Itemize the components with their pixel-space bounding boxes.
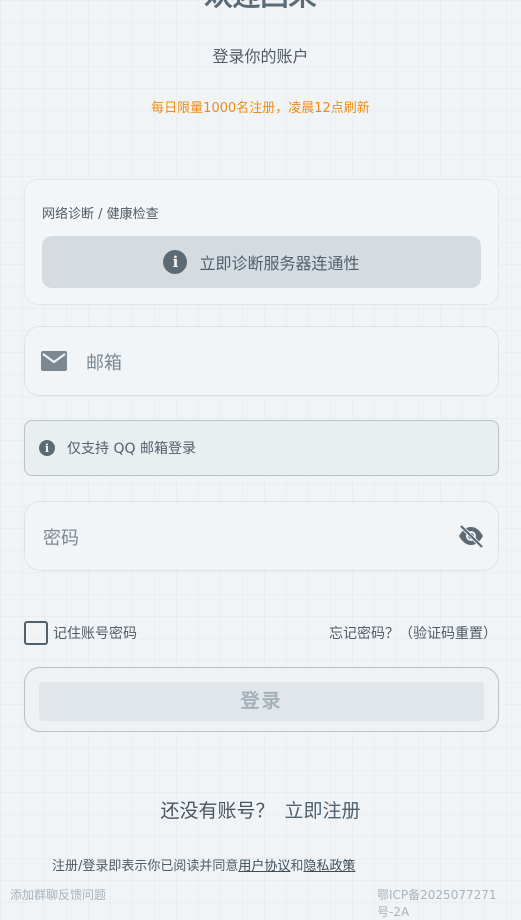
feedback-link[interactable]: 添加群聊反馈问题 xyxy=(10,886,106,903)
info-icon: i xyxy=(39,440,55,456)
mail-icon xyxy=(41,351,67,371)
login-button[interactable]: 登录 xyxy=(24,667,499,732)
remember-checkbox[interactable] xyxy=(24,621,48,645)
diagnosis-card: 网络诊断 / 健康检查 i 立即诊断服务器连通性 xyxy=(24,179,499,305)
privacy-policy-link[interactable]: 隐私政策 xyxy=(303,859,355,874)
info-icon: i xyxy=(163,250,188,274)
password-field[interactable]: 密码 xyxy=(24,501,499,571)
signup-prompt: 还没有账号？ xyxy=(160,800,275,822)
remember-label: 记住账号密码 xyxy=(53,626,137,642)
eye-off-icon[interactable] xyxy=(457,524,485,548)
diagnose-button-label: 立即诊断服务器连通性 xyxy=(199,254,360,273)
registration-notice: 每日限量1000名注册，凌晨12点刷新 xyxy=(151,101,370,116)
icp-link[interactable]: 鄂ICP备2025077271号-2A xyxy=(377,886,521,920)
agreement-text: 注册/登录即表示你已阅读并同意用户协议和隐私政策 xyxy=(52,855,355,874)
qq-tip-text: 仅支持 QQ 邮箱登录 xyxy=(67,441,196,457)
diagnose-button[interactable]: i 立即诊断服务器连通性 xyxy=(42,236,481,288)
signup-link[interactable]: 立即注册 xyxy=(285,800,361,822)
email-field[interactable]: 邮箱 xyxy=(24,326,499,396)
page-subtitle: 登录你的账户 xyxy=(212,47,309,66)
forgot-password-link[interactable]: 忘记密码？（验证码重置） xyxy=(329,623,497,643)
user-agreement-link[interactable]: 用户协议 xyxy=(238,859,290,874)
signup-row: 还没有账号？ 立即注册 xyxy=(0,796,521,823)
agreement-prefix: 注册/登录即表示你已阅读并同意 xyxy=(52,859,239,874)
agreement-and: 和 xyxy=(290,859,304,874)
qq-email-tip: i 仅支持 QQ 邮箱登录 xyxy=(24,420,499,476)
login-button-label: 登录 xyxy=(240,690,283,712)
page-title: 欢迎回来 xyxy=(0,0,521,14)
diagnosis-label: 网络诊断 / 健康检查 xyxy=(42,207,159,222)
password-placeholder: 密码 xyxy=(43,528,79,549)
email-placeholder: 邮箱 xyxy=(86,353,122,374)
